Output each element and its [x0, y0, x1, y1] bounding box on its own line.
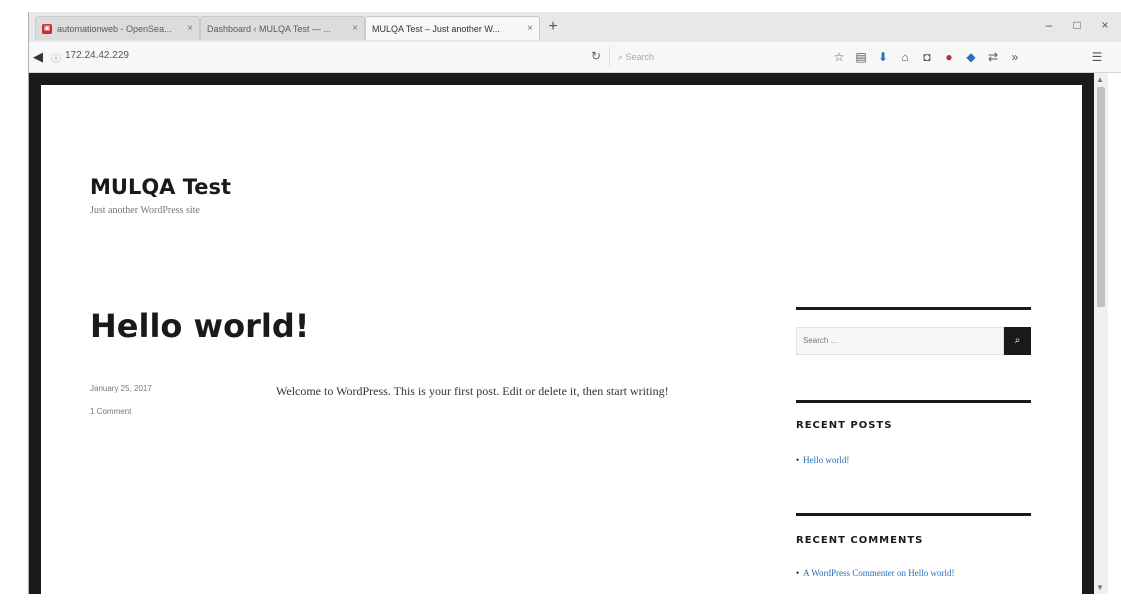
tab-label: MULQA Test – Just another W... [372, 23, 500, 34]
search-icon: ⌕ [1014, 335, 1021, 346]
search-placeholder: Search [625, 52, 655, 62]
reload-icon[interactable]: ↻ [591, 49, 601, 63]
tab-label: Dashboard ‹ MULQA Test — ... [207, 23, 331, 34]
tab-strip: ▣ automationweb - OpenSea... × Dashboard… [29, 12, 1121, 42]
back-arrow-icon[interactable]: ◀ [33, 49, 43, 65]
navigation-bar: ◀ ⓘ 172.24.42.229 ↻ ⌕ Search ☆ ▤ ⬇ ⌂ ◘ ●… [29, 42, 1121, 73]
scroll-up-icon[interactable]: ▲ [1096, 75, 1104, 84]
bullet-icon: • [796, 455, 800, 465]
extension-icon[interactable]: ◆ [963, 49, 979, 65]
downloads-icon[interactable]: ⬇ [875, 49, 891, 65]
close-tab-icon[interactable]: × [352, 23, 358, 34]
close-tab-icon[interactable]: × [187, 23, 193, 34]
search-input[interactable]: Search … [796, 327, 1004, 355]
search-button[interactable]: ⌕ [1004, 327, 1031, 355]
scroll-down-icon[interactable]: ▼ [1096, 583, 1104, 592]
overflow-icon[interactable]: » [1007, 49, 1023, 65]
page-content: MULQA Test Just another WordPress site H… [41, 85, 1082, 600]
url-bar[interactable]: 172.24.42.229 [65, 50, 129, 61]
browser-search-field[interactable]: ⌕ Search [609, 47, 794, 67]
post-comments-link[interactable]: 1 Comment [90, 407, 131, 416]
maximize-button[interactable]: □ [1067, 18, 1087, 32]
recent-post-link[interactable]: • Hello world! [796, 455, 849, 465]
browser-window: ▣ automationweb - OpenSea... × Dashboard… [28, 12, 1121, 600]
close-tab-icon[interactable]: × [527, 23, 533, 34]
page-frame: MULQA Test Just another WordPress site H… [29, 73, 1094, 600]
search-icon: ⌕ [618, 52, 626, 62]
tab-automationweb[interactable]: ▣ automationweb - OpenSea... × [35, 16, 200, 40]
scrollbar-thumb[interactable] [1097, 87, 1105, 307]
menu-icon[interactable]: ☰ [1089, 49, 1105, 65]
bullet-icon: • [796, 568, 800, 578]
widget-divider [796, 307, 1031, 310]
widget-divider [796, 513, 1031, 516]
new-tab-button[interactable]: + [544, 18, 562, 36]
recent-comments-title: RECENT COMMENTS [796, 535, 924, 546]
sync-icon[interactable]: ⇄ [985, 49, 1001, 65]
reading-list-icon[interactable]: ▤ [853, 49, 869, 65]
minimize-button[interactable]: – [1039, 18, 1059, 32]
post-content: Welcome to WordPress. This is your first… [276, 384, 669, 398]
pocket-icon[interactable]: ◘ [919, 49, 935, 65]
post-title[interactable]: Hello world! [90, 307, 309, 345]
widget-divider [796, 400, 1031, 403]
recent-comment-label[interactable]: A WordPress Commenter on Hello world! [803, 568, 954, 578]
home-icon[interactable]: ⌂ [897, 49, 913, 65]
recent-post-label[interactable]: Hello world! [803, 455, 849, 465]
post-date[interactable]: January 25, 2017 [90, 384, 152, 393]
opensearch-favicon-icon: ▣ [42, 23, 52, 34]
vertical-scrollbar[interactable]: ▲ ▼ [1094, 73, 1108, 594]
recent-comment-link[interactable]: • A WordPress Commenter on Hello world! [796, 568, 955, 578]
tab-dashboard[interactable]: Dashboard ‹ MULQA Test — ... × [200, 16, 365, 40]
recent-posts-title: RECENT POSTS [796, 420, 893, 431]
tab-mulqa-test[interactable]: MULQA Test – Just another W... × [365, 16, 540, 40]
site-description: Just another WordPress site [90, 205, 200, 216]
site-info-icon[interactable]: ⓘ [51, 50, 61, 65]
bookmark-star-icon[interactable]: ☆ [831, 49, 847, 65]
close-window-button[interactable]: × [1095, 18, 1115, 32]
site-title[interactable]: MULQA Test [90, 175, 231, 199]
tab-label: automationweb - OpenSea... [57, 23, 172, 34]
adblock-icon[interactable]: ● [941, 49, 957, 65]
